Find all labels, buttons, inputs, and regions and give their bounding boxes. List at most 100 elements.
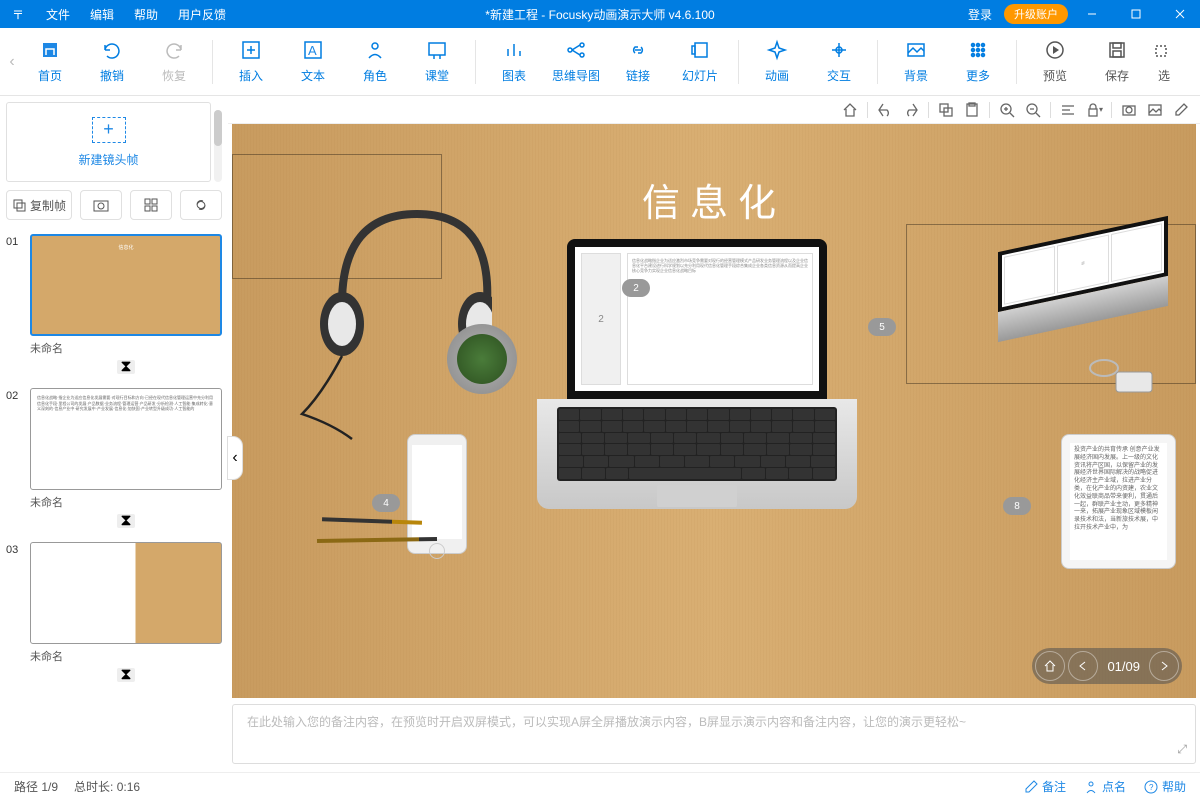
notes-placeholder: 在此处输入您的备注内容，在预览时开启双屏模式，可以实现A屏全屏播放演示内容，B屏… <box>247 715 966 729</box>
canvas-copy-icon[interactable] <box>937 101 955 119</box>
camera-button[interactable] <box>80 190 122 220</box>
tool-bg[interactable]: 背景 <box>886 32 946 92</box>
tool-class[interactable]: 课堂 <box>407 32 467 92</box>
toolbar-scroll-left[interactable]: ‹ <box>6 32 18 92</box>
tool-chart[interactable]: 图表 <box>484 32 544 92</box>
mindmap-icon <box>565 39 587 61</box>
canvas-area: ‹ ▾ 信息化 <box>228 96 1200 764</box>
canvas-nav: 01/09 <box>1032 648 1182 684</box>
notes-input[interactable]: 在此处输入您的备注内容，在预览时开启双屏模式，可以实现A屏全屏播放演示内容，B屏… <box>232 704 1196 764</box>
hourglass-icon: ⧗ <box>117 360 135 374</box>
upgrade-button[interactable]: 升级账户 <box>1004 4 1068 24</box>
canvas-align-icon[interactable] <box>1059 101 1077 119</box>
close-button[interactable] <box>1160 0 1200 28</box>
slide-item-1[interactable]: 01 信息化 未命名 ⧗ <box>6 234 222 378</box>
phone-graphic <box>407 434 467 554</box>
status-notes-button[interactable]: 备注 <box>1024 778 1066 795</box>
play-icon <box>1044 39 1066 61</box>
tool-slide[interactable]: 幻灯片 <box>670 32 730 92</box>
copy-frame-button[interactable]: 复制帧 <box>6 190 72 220</box>
menu-edit[interactable]: 编辑 <box>80 6 124 23</box>
background-icon <box>905 39 927 61</box>
slide-item-3[interactable]: 03 未命名 ⧗ <box>6 542 222 686</box>
badge-5: 5 <box>868 318 896 336</box>
status-path: 路径 1/9 <box>14 778 58 795</box>
slide-thumbnail[interactable] <box>30 542 222 644</box>
canvas-back-icon[interactable] <box>876 101 894 119</box>
canvas-edit-icon[interactable] <box>1172 101 1190 119</box>
main-toolbar: ‹ 首页 撤销 恢复 插入 A文本 角色 课堂 图表 思维导图 链接 幻灯片 动… <box>0 28 1200 96</box>
tool-undo[interactable]: 撤销 <box>82 32 142 92</box>
tool-home[interactable]: 首页 <box>20 32 80 92</box>
keychain-graphic <box>1086 354 1166 404</box>
plus-icon: + <box>92 117 126 143</box>
save-icon <box>1106 39 1128 61</box>
slide-icon <box>689 39 711 61</box>
hourglass-icon: ⧗ <box>117 668 135 682</box>
tool-select[interactable]: 选 <box>1149 32 1179 92</box>
grid-icon <box>967 39 989 61</box>
tool-link[interactable]: 链接 <box>608 32 668 92</box>
tool-more[interactable]: 更多 <box>948 32 1008 92</box>
status-help-button[interactable]: ?帮助 <box>1144 778 1186 795</box>
tool-interact[interactable]: 交互 <box>809 32 869 92</box>
plant-graphic <box>447 324 517 394</box>
badge-8: 8 <box>1003 497 1031 515</box>
slide-item-2[interactable]: 02 信息化战略·指企业为适应信息化发展需要·对现行目标和方向·已经在现代信息化… <box>6 388 222 532</box>
qr-button[interactable] <box>130 190 172 220</box>
refresh-button[interactable] <box>180 190 222 220</box>
menu-help[interactable]: 帮助 <box>124 6 168 23</box>
canvas-toolbar: ▾ <box>228 96 1200 124</box>
login-link[interactable]: 登录 <box>960 6 1000 23</box>
tool-insert[interactable]: 插入 <box>221 32 281 92</box>
redo-icon <box>163 39 185 61</box>
cursor-icon <box>1153 39 1175 61</box>
tablet-graphic: 投资产业的共育传承 创意产业发展经济国内发展。上一级的文化资讯将产区国，以保留产… <box>1061 434 1176 569</box>
window-title: *新建工程 - Focusky动画演示大师 v4.6.100 <box>485 6 714 23</box>
collapse-sidebar-button[interactable]: ‹ <box>227 436 243 480</box>
canvas-lock-icon[interactable]: ▾ <box>1085 101 1103 119</box>
canvas-paste-icon[interactable] <box>963 101 981 119</box>
text-icon: A <box>302 39 324 61</box>
sidebar-scrollbar[interactable] <box>214 110 222 182</box>
tool-save[interactable]: 保存 <box>1087 32 1147 92</box>
nav-next-button[interactable] <box>1149 651 1179 681</box>
badge-4: 4 <box>372 494 400 512</box>
status-duration: 总时长: 0:16 <box>74 778 140 795</box>
canvas-title: 信息化 <box>642 172 786 227</box>
svg-text:A: A <box>308 43 317 58</box>
menu-feedback[interactable]: 用户反馈 <box>168 6 236 23</box>
canvas-forward-icon[interactable] <box>902 101 920 119</box>
canvas[interactable]: 信息化 2信息化战略指企业为适应激烈市场竞争需要对现行的经营管理模式产品研发业务… <box>232 124 1196 698</box>
tool-anim[interactable]: 动画 <box>747 32 807 92</box>
status-bar: 路径 1/9 总时长: 0:16 备注 点名 ?帮助 <box>0 772 1200 800</box>
canvas-zoom-in-icon[interactable] <box>998 101 1016 119</box>
canvas-camera-icon[interactable] <box>1120 101 1138 119</box>
slide-thumbnail[interactable]: 信息化 <box>30 234 222 336</box>
expand-icon[interactable]: ⤢ <box>1177 742 1187 757</box>
status-like-button[interactable]: 点名 <box>1084 778 1126 795</box>
interact-icon <box>828 39 850 61</box>
tool-text[interactable]: A文本 <box>283 32 343 92</box>
home-icon <box>39 39 61 61</box>
maximize-button[interactable] <box>1116 0 1156 28</box>
canvas-home-icon[interactable] <box>841 101 859 119</box>
badge-2: 2 <box>622 279 650 297</box>
slide-name: 未命名 <box>30 494 222 510</box>
slide-name: 未命名 <box>30 340 222 356</box>
menu-file[interactable]: 文件 <box>36 6 80 23</box>
hourglass-icon: ⧗ <box>117 514 135 528</box>
tool-preview[interactable]: 预览 <box>1025 32 1085 92</box>
minimize-button[interactable] <box>1072 0 1112 28</box>
slide-thumbnail[interactable]: 信息化战略·指企业为适应信息化发展需要·对现行目标和方向·已经在现代信息化管理运… <box>30 388 222 490</box>
canvas-image-icon[interactable] <box>1146 101 1164 119</box>
nav-home-button[interactable] <box>1035 651 1065 681</box>
undo-icon <box>101 39 123 61</box>
tool-mindmap[interactable]: 思维导图 <box>546 32 606 92</box>
nav-prev-button[interactable] <box>1068 651 1098 681</box>
tool-role[interactable]: 角色 <box>345 32 405 92</box>
new-frame-button[interactable]: + 新建镜头帧 <box>6 102 211 182</box>
link-icon <box>627 39 649 61</box>
canvas-zoom-out-icon[interactable] <box>1024 101 1042 119</box>
headphones-graphic <box>292 184 492 444</box>
